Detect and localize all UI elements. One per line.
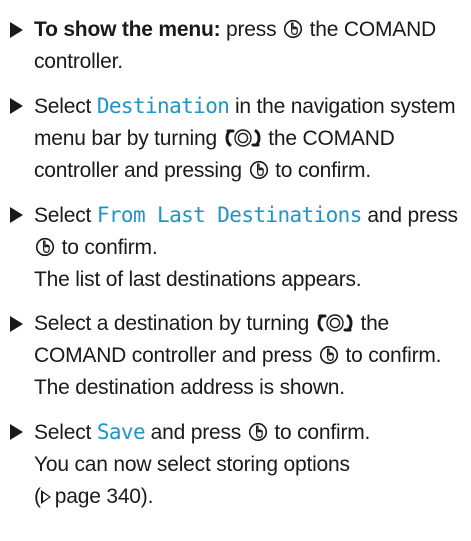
- press-controller-icon: [35, 237, 55, 257]
- step-4-result: The destination address is shown.: [34, 376, 345, 399]
- step-5: Select Save and press to confirm. You ca…: [8, 416, 463, 513]
- step-5-text-c: to confirm.: [274, 421, 371, 444]
- page-reference-text: page 340).: [54, 485, 154, 508]
- press-controller-icon: [248, 422, 268, 442]
- page-reference[interactable]: ( page 340).: [34, 481, 463, 513]
- step-2: Select Destination in the navigation sys…: [8, 90, 463, 187]
- step-2-text-a: Select: [34, 95, 92, 118]
- press-controller-icon: [283, 19, 303, 39]
- triangle-bullet-icon: [10, 207, 23, 223]
- page-reference-open: (: [34, 485, 41, 508]
- triangle-bullet-icon: [10, 316, 23, 332]
- triangle-bullet-icon: [10, 22, 23, 38]
- step-3-result: The list of last destinations appears.: [34, 268, 362, 291]
- instruction-page: To show the menu: press the COMAND contr…: [0, 0, 471, 541]
- step-2-text-d: to confirm.: [275, 159, 371, 182]
- menu-item-save: Save: [96, 420, 146, 444]
- step-3-text-a: Select: [34, 204, 92, 227]
- step-1-text-a: press: [226, 18, 277, 41]
- step-3: Select From Last Destinations and press …: [8, 199, 463, 296]
- menu-item-from-last-destinations: From Last Destinations: [96, 203, 363, 227]
- step-1: To show the menu: press the COMAND contr…: [8, 14, 463, 78]
- step-4-text-c: to confirm.: [345, 344, 442, 367]
- step-1-label: To show the menu:: [34, 18, 221, 41]
- press-controller-icon: [319, 345, 339, 365]
- step-5-result: You can now select storing options: [34, 453, 350, 476]
- step-4-text-a: Select a destination by turning: [34, 312, 310, 335]
- triangle-bullet-icon: [10, 424, 23, 440]
- page-reference-arrow-icon: [40, 490, 51, 504]
- turn-controller-icon: [224, 128, 262, 148]
- triangle-bullet-icon: [10, 98, 23, 114]
- turn-controller-icon: [316, 313, 354, 333]
- step-4: Select a destination by turning the COMA…: [8, 308, 463, 404]
- step-3-text-b: and press: [367, 204, 458, 227]
- step-5-text-a: Select: [34, 421, 92, 444]
- press-controller-icon: [249, 160, 269, 180]
- menu-item-destination: Destination: [96, 94, 230, 118]
- step-3-text-c: to confirm.: [61, 236, 158, 259]
- step-5-text-b: and press: [150, 421, 242, 444]
